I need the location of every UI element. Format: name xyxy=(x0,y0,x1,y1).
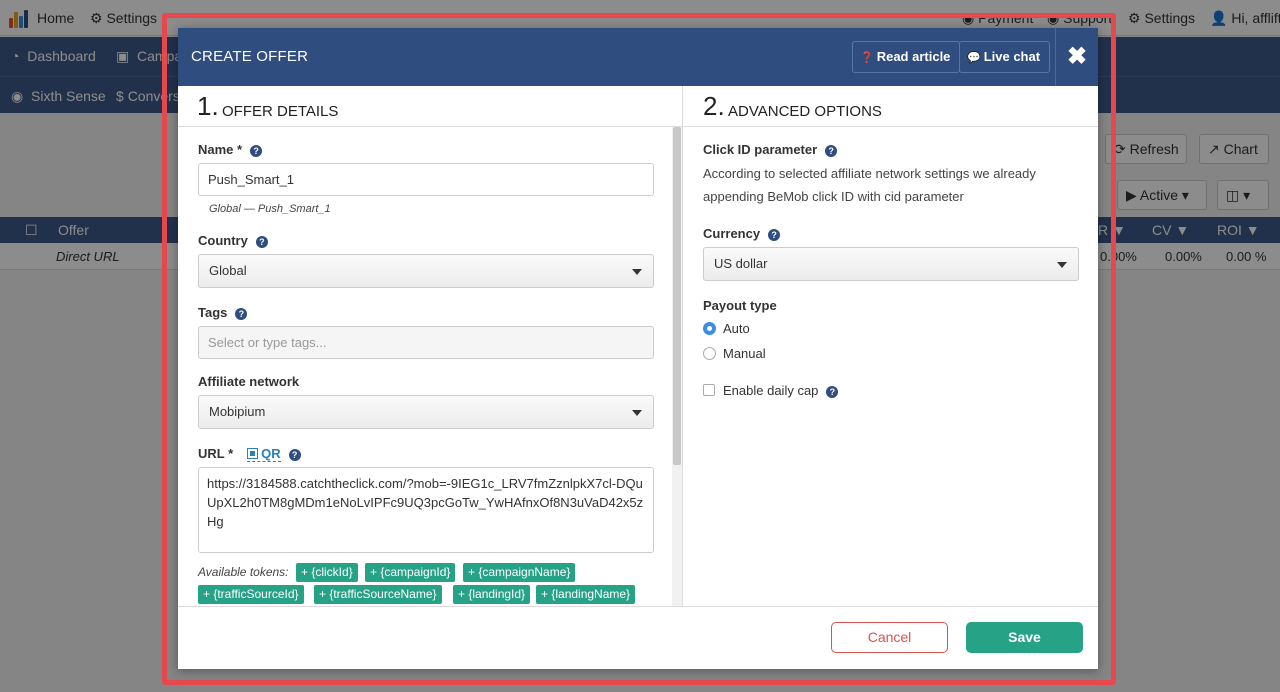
currency-select[interactable]: US dollar xyxy=(703,247,1079,281)
name-label-text: Name * xyxy=(198,142,243,157)
help-icon[interactable]: ? xyxy=(235,308,248,320)
tokens-label: Available tokens: xyxy=(198,565,289,579)
url-textarea[interactable]: https://3184588.catchtheclick.com/?mob=-… xyxy=(198,467,654,553)
create-offer-modal: CREATE OFFER ❓ Read article 💬 Live chat ✖ … xyxy=(178,28,1098,669)
help-icon[interactable]: ? xyxy=(768,229,781,241)
caret-down-icon xyxy=(632,410,642,416)
modal-footer: Cancel Save xyxy=(178,606,1098,669)
caret-down-icon xyxy=(632,269,642,275)
section-number: 1. xyxy=(197,91,219,121)
qr-code-icon xyxy=(247,448,259,459)
country-label: Country? xyxy=(198,233,268,248)
cancel-button[interactable]: Cancel xyxy=(831,622,948,653)
token-landing-name[interactable]: + {landingName} xyxy=(536,585,636,604)
chat-icon: 💬 xyxy=(967,52,981,64)
country-label-text: Country xyxy=(198,233,248,248)
token-click-id[interactable]: + {clickId} xyxy=(296,563,358,582)
daily-cap-label[interactable]: Enable daily cap? xyxy=(723,383,839,398)
click-id-label-text: Click ID parameter xyxy=(703,142,818,157)
section-number: 2. xyxy=(703,91,725,121)
section-title: OFFER DETAILS xyxy=(222,103,339,120)
read-article-button[interactable]: ❓ Read article xyxy=(852,41,961,73)
url-label-text: URL * xyxy=(198,446,234,461)
help-icon[interactable]: ? xyxy=(255,236,268,248)
live-chat-label: Live chat xyxy=(983,49,1041,64)
help-icon[interactable]: ? xyxy=(288,449,301,461)
tags-label: Tags? xyxy=(198,305,248,320)
section-title: ADVANCED OPTIONS xyxy=(728,103,882,120)
payout-manual-radio[interactable] xyxy=(703,347,716,360)
help-icon[interactable]: ? xyxy=(826,386,839,398)
modal-header: CREATE OFFER ❓ Read article 💬 Live chat ✖ xyxy=(178,28,1098,86)
click-id-description: According to selected affiliate network … xyxy=(703,162,1093,208)
token-campaign-name[interactable]: + {campaignName} xyxy=(463,563,576,582)
name-input[interactable]: Push_Smart_1 xyxy=(198,163,654,196)
affiliate-network-select[interactable]: Mobipium xyxy=(198,395,654,429)
affiliate-network-label: Affiliate network xyxy=(198,374,300,389)
live-chat-button[interactable]: 💬 Live chat xyxy=(959,41,1051,73)
token-traffic-source-name[interactable]: + {trafficSourceName} xyxy=(314,585,442,604)
payout-auto-radio[interactable] xyxy=(703,322,716,335)
advanced-options-section: 2. ADVANCED OPTIONS Click ID parameter? … xyxy=(684,86,1098,606)
offer-details-section: 1. OFFER DETAILS Name *? Push_Smart_1 Gl… xyxy=(178,86,683,606)
payout-type-label: Payout type xyxy=(703,298,777,313)
daily-cap-checkbox[interactable] xyxy=(703,384,715,396)
qr-label: QR xyxy=(261,446,281,461)
modal-title: CREATE OFFER xyxy=(191,48,309,65)
currency-value: US dollar xyxy=(714,256,768,271)
name-label: Name *? xyxy=(198,142,263,157)
payout-auto-label[interactable]: Auto xyxy=(723,321,750,336)
payout-manual-label[interactable]: Manual xyxy=(723,346,766,361)
save-button[interactable]: Save xyxy=(966,622,1083,653)
country-select[interactable]: Global xyxy=(198,254,654,288)
scrollbar-thumb[interactable] xyxy=(673,127,681,465)
question-circle-icon: ❓ xyxy=(860,52,874,64)
url-label: URL * QR? xyxy=(198,446,301,462)
qr-link[interactable]: QR xyxy=(247,446,281,462)
click-id-label: Click ID parameter? xyxy=(703,142,838,157)
affiliate-network-value: Mobipium xyxy=(209,404,266,419)
token-traffic-source-id[interactable]: + {trafficSourceId} xyxy=(198,585,304,604)
currency-label: Currency? xyxy=(703,226,781,241)
country-value: Global xyxy=(209,263,247,278)
click-id-description-line: appending BeMob click ID with cid parame… xyxy=(703,189,964,204)
daily-cap-text: Enable daily cap xyxy=(723,383,819,398)
advanced-options-heading: 2. ADVANCED OPTIONS xyxy=(684,86,1098,127)
currency-label-text: Currency xyxy=(703,226,761,241)
click-id-description-line: According to selected affiliate network … xyxy=(703,166,1036,181)
tags-input[interactable]: Select or type tags... xyxy=(198,326,654,359)
caret-down-icon xyxy=(1057,262,1067,268)
token-landing-id[interactable]: + {landingId} xyxy=(453,585,531,604)
left-scrollbar[interactable] xyxy=(672,127,682,606)
read-article-label: Read article xyxy=(876,49,951,64)
tags-placeholder: Select or type tags... xyxy=(208,335,327,350)
close-icon[interactable]: ✖ xyxy=(1066,42,1088,72)
help-icon[interactable]: ? xyxy=(250,145,263,157)
token-campaign-id[interactable]: + {campaignId} xyxy=(365,563,456,582)
tags-label-text: Tags xyxy=(198,305,228,320)
help-icon[interactable]: ? xyxy=(825,145,838,157)
name-hint: Global — Push_Smart_1 xyxy=(209,203,331,215)
offer-details-heading: 1. OFFER DETAILS xyxy=(178,86,682,127)
header-divider xyxy=(1055,28,1056,86)
